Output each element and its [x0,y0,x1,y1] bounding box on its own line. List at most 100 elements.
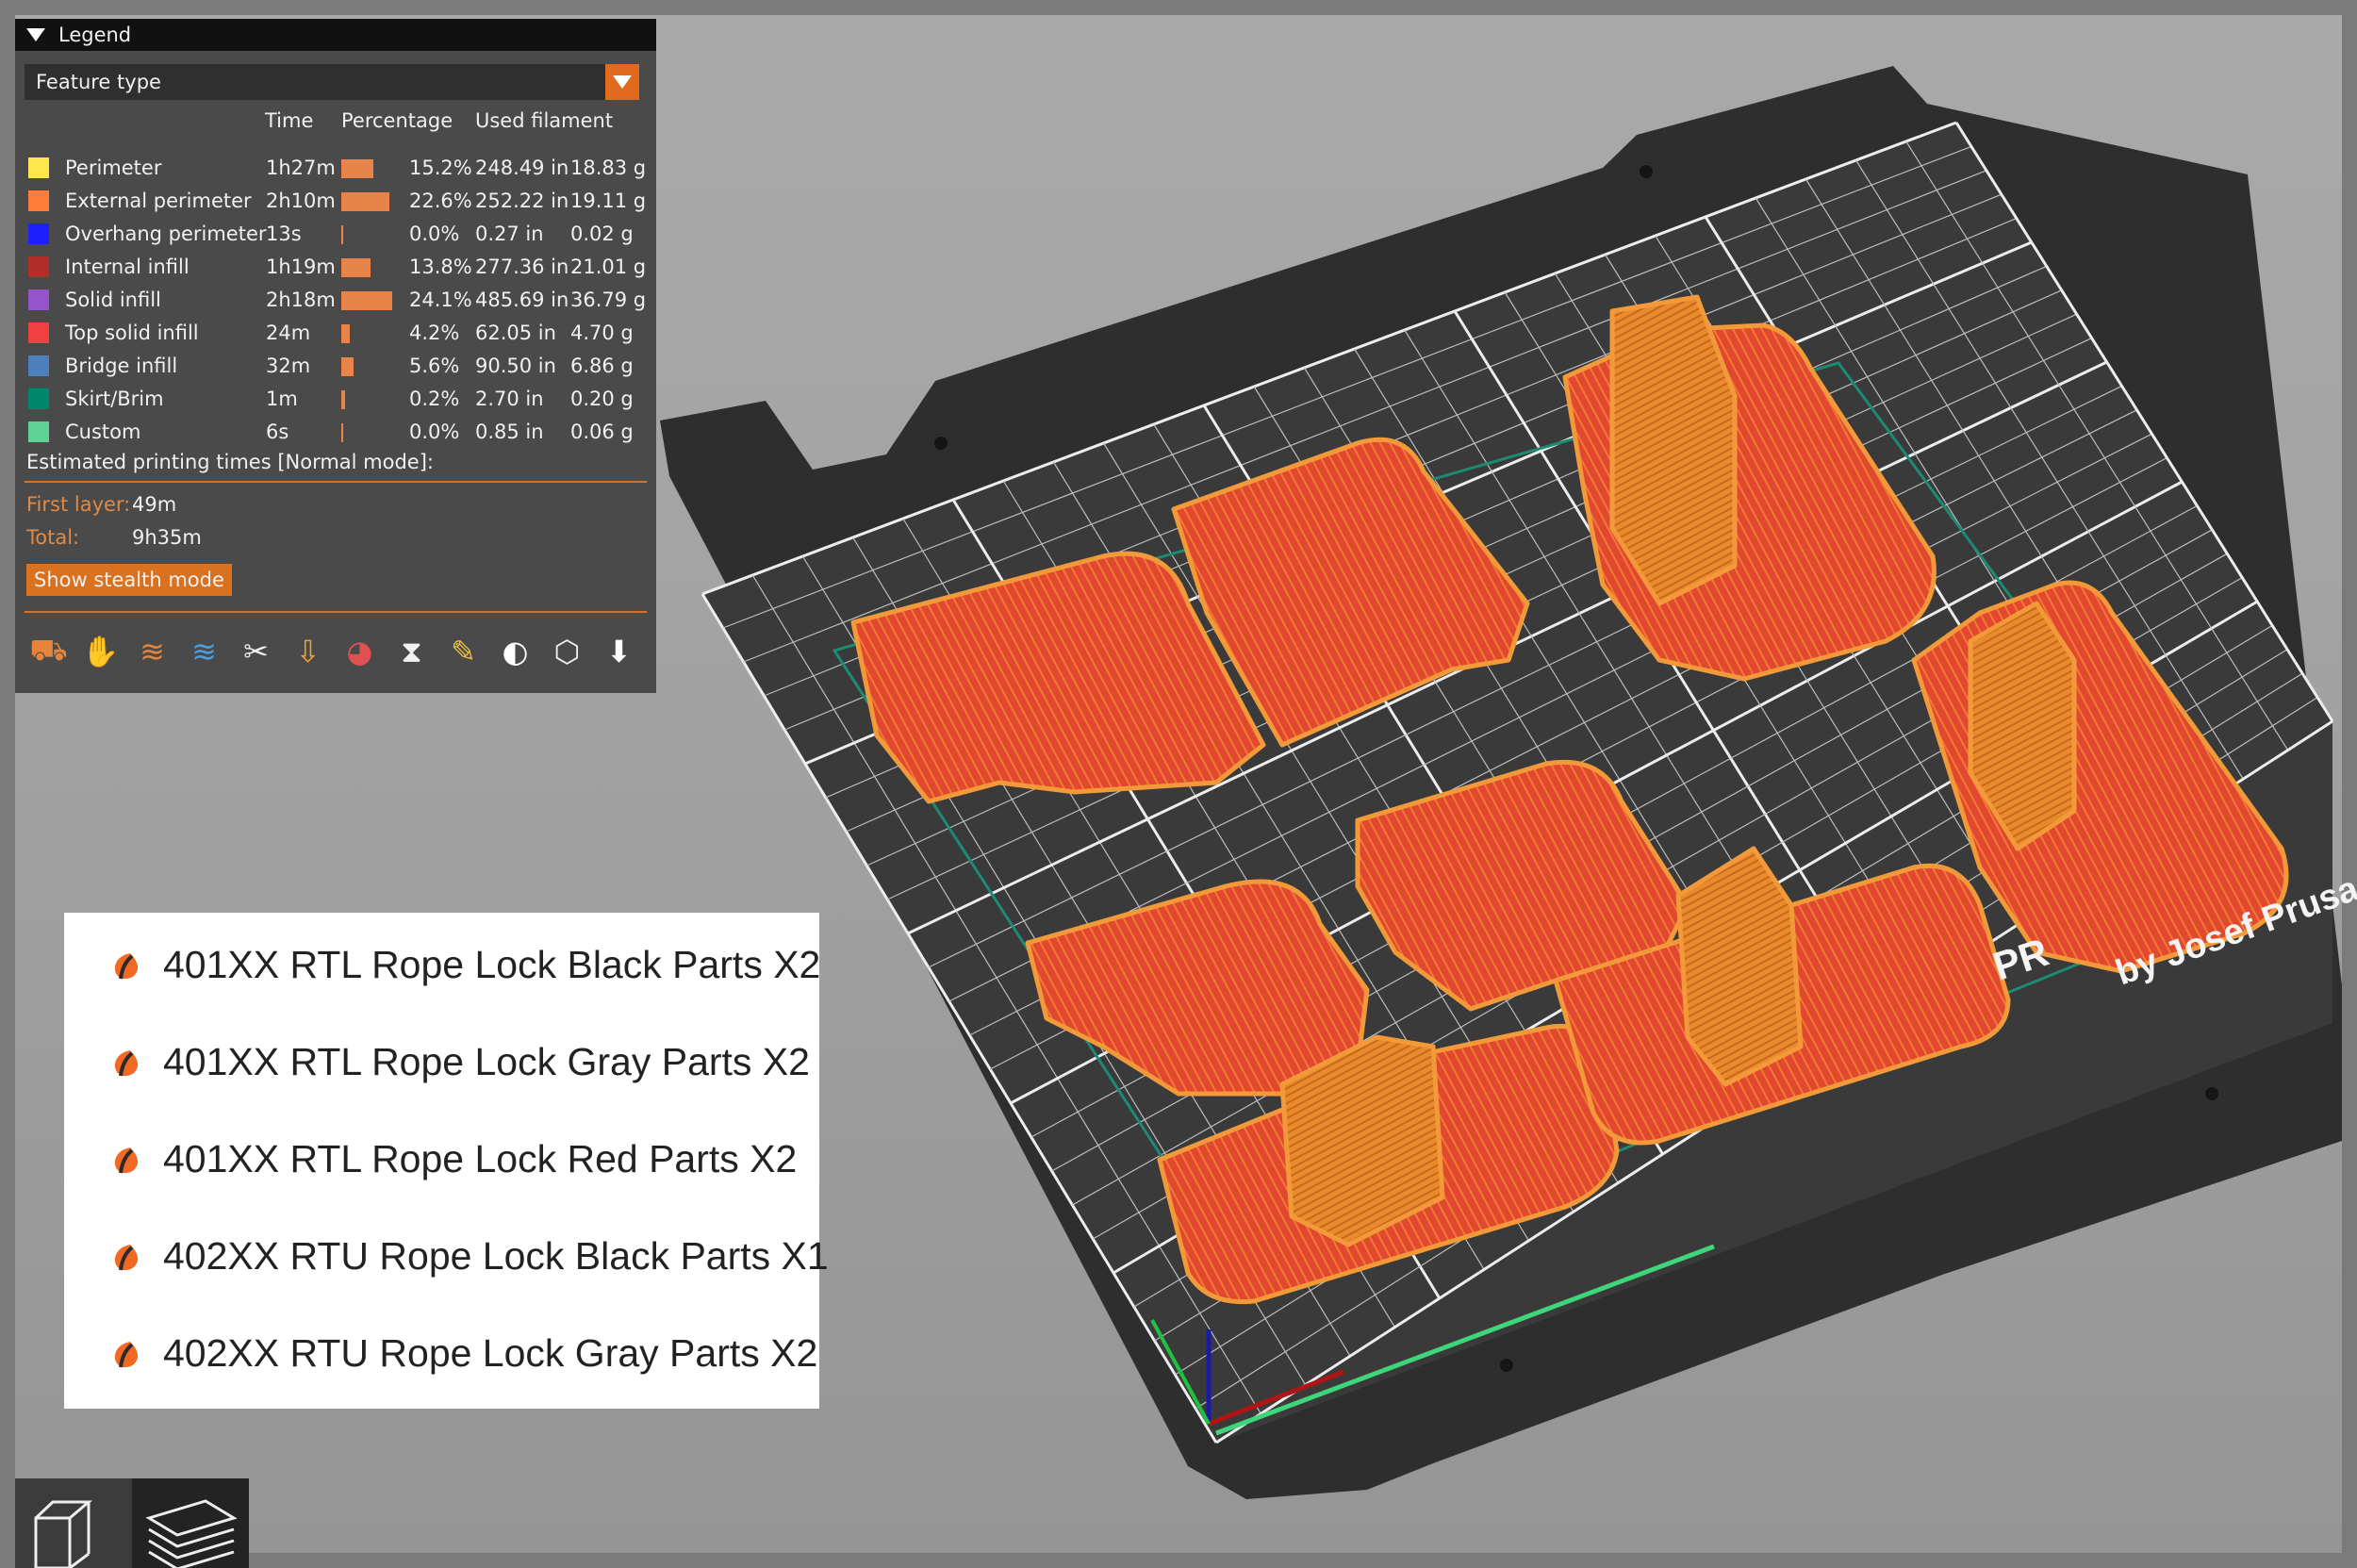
feature-weight: 0.20 g [570,388,634,410]
wipe-icon[interactable]: ✋ [74,628,126,675]
collapse-triangle-icon[interactable] [26,28,45,41]
feature-weight: 19.11 g [570,190,647,212]
seams-icon[interactable]: ✂ [230,628,282,675]
layers-icon [145,1499,238,1568]
feature-percentage: 0.2% [409,388,460,410]
tab-preview[interactable] [132,1478,249,1568]
total-value: 9h35m [132,526,202,549]
feature-name: Bridge infill [65,355,178,377]
feature-percentage-bar [341,357,354,376]
feature-time: 1m [266,388,298,410]
feature-percentage: 15.2% [409,157,472,179]
feature-weight: 21.01 g [570,256,647,278]
feature-color-swatch [28,223,49,244]
feature-row[interactable]: Bridge infill 32m 5.6% 90.50 in 6.86 g [15,351,656,383]
feature-weight: 4.70 g [570,322,634,344]
feature-weight: 18.83 g [570,157,647,179]
feature-percentage-bar [341,423,343,442]
feature-row[interactable]: Custom 6s 0.0% 0.85 in 0.06 g [15,417,656,449]
window-frame: PR by Josef Prusa Legend Feature type Ti… [0,0,2357,1568]
divider [25,481,647,483]
feature-time: 32m [266,355,311,377]
prusaslicer-icon [114,1342,139,1368]
column-header-used-filament: Used filament [475,109,614,132]
project-list-item[interactable]: 401XX RTL Rope Lock Gray Parts X2 [64,1019,819,1116]
retractions-icon[interactable]: ≋ [126,628,178,675]
feature-name: Overhang perimeter [65,223,267,245]
first-layer-label: First layer: [26,493,131,516]
project-list-item[interactable]: 401XX RTL Rope Lock Red Parts X2 [64,1116,819,1213]
feature-weight: 6.86 g [570,355,634,377]
project-name: 402XX RTU Rope Lock Gray Parts X2 [163,1331,818,1375]
part-bracket-1-wall [1609,294,1738,606]
feature-percentage: 0.0% [409,421,460,443]
feature-name: Solid infill [65,289,161,311]
project-list-item[interactable]: 402XX RTU Rope Lock Gray Parts X2 [64,1311,819,1408]
divider [25,611,647,613]
view-type-select[interactable]: Feature type [25,64,639,100]
prusaslicer-icon [114,1050,139,1077]
feature-length: 0.85 in [475,421,544,443]
feature-time: 1h27m [266,157,336,179]
first-layer-value: 49m [132,493,177,516]
feature-percentage-bar [341,390,345,409]
travel-icon[interactable]: ⛟ [23,628,74,675]
stealth-mode-label: Show stealth mode [34,569,224,591]
feature-row[interactable]: External perimeter 2h10m 22.6% 252.22 in 19.… [15,186,656,218]
feature-percentage: 24.1% [409,289,472,311]
view-type-value: Feature type [36,71,161,93]
feature-length: 62.05 in [475,322,556,344]
feature-name: Skirt/Brim [65,388,164,410]
feature-weight: 36.79 g [570,289,647,311]
dropdown-arrow-icon[interactable] [605,64,639,100]
project-name: 402XX RTU Rope Lock Black Parts X1 [163,1234,829,1278]
tool-changes-icon[interactable]: ⇩ [282,628,334,675]
project-name: 401XX RTL Rope Lock Gray Parts X2 [163,1040,810,1083]
color-changes-icon[interactable]: ◕ [334,628,386,675]
feature-percentage: 22.6% [409,190,472,212]
feature-weight: 0.02 g [570,223,634,245]
feature-name: Custom [65,421,141,443]
feature-row[interactable]: Top solid infill 24m 4.2% 62.05 in 4.70 g [15,318,656,350]
pause-prints-icon[interactable]: ⧗ [386,628,437,675]
shells-icon[interactable]: ⬡ [541,628,593,675]
feature-color-swatch [28,190,49,211]
feature-time: 24m [266,322,311,344]
feature-row[interactable]: Skirt/Brim 1m 0.2% 2.70 in 0.20 g [15,384,656,416]
prusaslicer-icon [114,1147,139,1174]
feature-percentage-bar [341,192,389,211]
legend-panel: Legend Feature type Time Percentage Used… [15,19,656,693]
stealth-mode-button[interactable]: Show stealth mode [26,564,232,596]
project-name: 401XX RTL Rope Lock Black Parts X2 [163,943,821,986]
legend-header[interactable]: Legend [15,19,656,51]
estimated-times-label: Estimated printing times [Normal mode]: [26,451,434,473]
legend-options-toolbar: ⛟ ✋ ≋ ≋ ✂ ⇩ ◕ ⧗ ✎ ◐ ⬡ ⬇ [23,628,650,675]
feature-row[interactable]: Perimeter 1h27m 15.2% 248.49 in 18.83 g [15,153,656,185]
project-list-item[interactable]: 401XX RTL Rope Lock Black Parts X2 [64,922,821,1019]
feature-length: 485.69 in [475,289,569,311]
feature-row[interactable]: Solid infill 2h18m 24.1% 485.69 in 36.79 g [15,285,656,317]
total-label: Total: [26,526,80,549]
prusaslicer-icon [114,953,139,980]
cube-icon [34,1500,93,1568]
center-of-gravity-icon[interactable]: ◐ [489,628,541,675]
feature-length: 252.22 in [475,190,569,212]
feature-name: External perimeter [65,190,252,212]
feature-row[interactable]: Internal infill 1h19m 13.8% 277.36 in 21.01 … [15,252,656,284]
deretractions-icon[interactable]: ≋ [178,628,230,675]
prusaslicer-icon [114,1245,139,1271]
feature-color-swatch [28,355,49,376]
project-list-item[interactable]: 402XX RTU Rope Lock Black Parts X1 [64,1213,829,1311]
custom-gcodes-icon[interactable]: ✎ [437,628,489,675]
feature-length: 90.50 in [475,355,556,377]
tool-marker-icon[interactable]: ⬇ [593,628,645,675]
tab-3d-view[interactable] [15,1478,132,1568]
feature-percentage-bar [341,324,350,343]
feature-color-swatch [28,289,49,310]
feature-row[interactable]: Overhang perimeter 13s 0.0% 0.27 in 0.02 g [15,219,656,251]
feature-length: 2.70 in [475,388,544,410]
feature-color-swatch [28,256,49,277]
feature-length: 248.49 in [475,157,569,179]
feature-percentage: 0.0% [409,223,460,245]
feature-time: 13s [266,223,302,245]
